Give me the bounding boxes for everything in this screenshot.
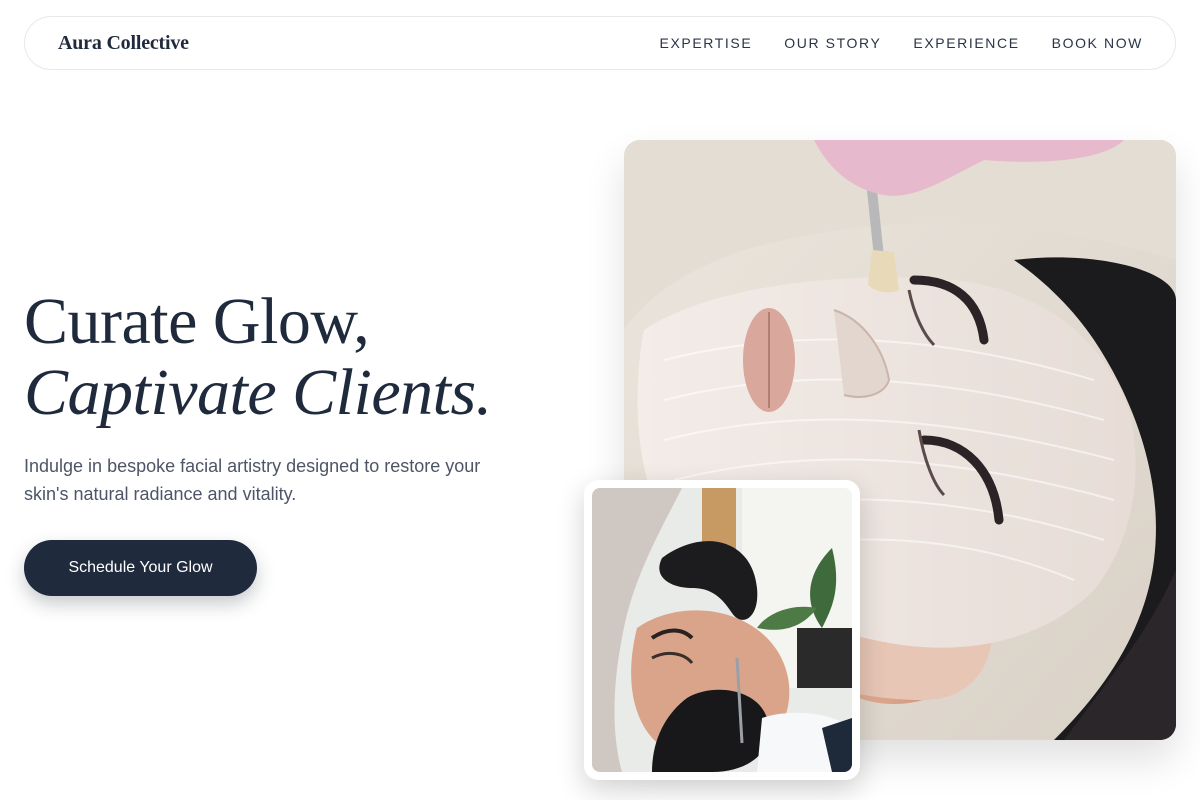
hero-title-line2: Captivate Clients. (24, 356, 492, 429)
extraction-treatment-illustration (592, 488, 852, 772)
hero-title-line1: Curate Glow, (24, 285, 370, 358)
top-navigation: Aura Collective EXPERTISE OUR STORY EXPE… (24, 16, 1176, 70)
nav-link-book-now[interactable]: BOOK NOW (1052, 35, 1143, 51)
landing-page: Aura Collective EXPERTISE OUR STORY EXPE… (0, 0, 1200, 800)
nav-link-our-story[interactable]: OUR STORY (784, 35, 881, 51)
nav-link-experience[interactable]: EXPERIENCE (913, 35, 1019, 51)
hero-subtitle: Indulge in bespoke facial artistry desig… (24, 456, 481, 504)
brand-logo[interactable]: Aura Collective (58, 32, 189, 55)
nav-link-expertise[interactable]: EXPERTISE (660, 35, 753, 51)
schedule-glow-button[interactable]: Schedule Your Glow (24, 540, 257, 596)
secondary-image-frame (584, 480, 860, 780)
hero-title: Curate Glow, Captivate Clients. (24, 286, 492, 428)
nav-links: EXPERTISE OUR STORY EXPERIENCE BOOK NOW (660, 35, 1143, 51)
secondary-image (592, 488, 852, 772)
